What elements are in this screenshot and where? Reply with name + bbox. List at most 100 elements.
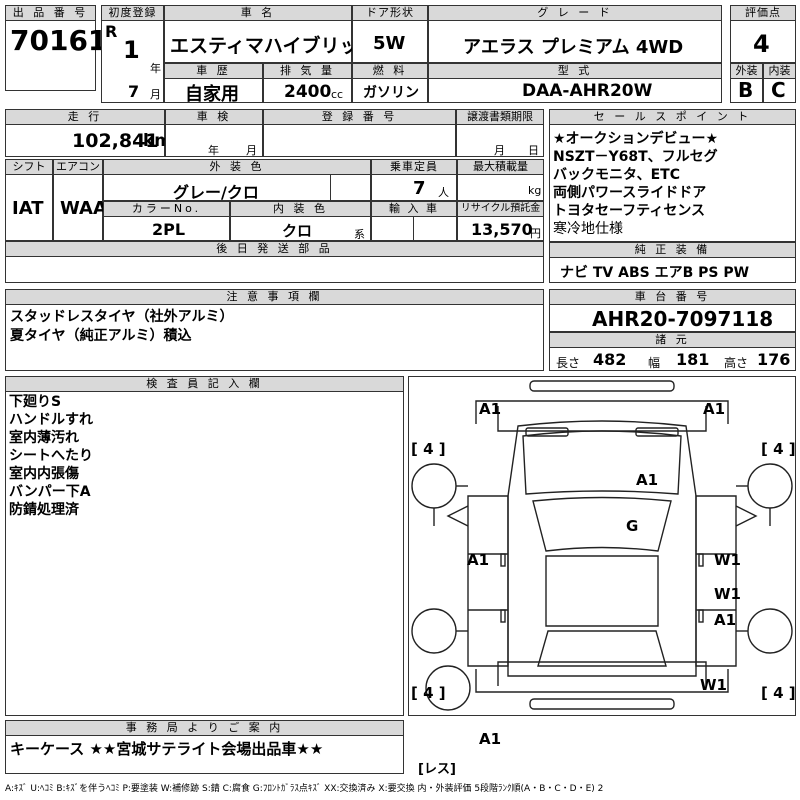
inspector-line: 室内内張傷 — [9, 466, 79, 482]
load-label: 最大積載量 — [457, 159, 544, 175]
height-value: 176 — [757, 350, 791, 369]
dims-label: 諸 元 — [549, 332, 796, 348]
office-label: 事 務 局 よ り ご 案 内 — [5, 720, 404, 736]
int-grade: C — [771, 78, 786, 102]
sales-line: バックモニタ、ETC — [553, 167, 680, 183]
inspector-line: 室内薄汚れ — [9, 430, 79, 446]
inspection-month-unit: 月 — [246, 144, 257, 157]
int-label: 内装 — [763, 63, 796, 79]
sales-label: セ ー ル ス ポ イ ン ト — [549, 109, 796, 125]
year-unit: 年 — [150, 62, 161, 75]
notes-line: スタッドレスタイヤ（社外アルミ） — [10, 309, 234, 325]
car-name: エスティマハイブリッド — [170, 35, 378, 57]
import-divider — [413, 216, 414, 241]
length-label: 長さ — [556, 356, 581, 370]
shift-label: シフト — [5, 159, 53, 175]
damage-mark: A1 — [714, 611, 737, 629]
score-value: 4 — [753, 30, 770, 58]
lot-number: 70161 — [10, 24, 108, 57]
ext-grade: B — [738, 78, 754, 102]
tire-spare: [レス] — [418, 762, 456, 777]
damage-mark: A1 — [479, 730, 502, 748]
length-value: 482 — [593, 350, 627, 369]
displacement-unit: cc — [331, 88, 344, 101]
sales-line: トヨタセーフティセンス — [553, 203, 706, 219]
car-name-label: 車 名 — [164, 5, 352, 21]
tire-rear-left: [ 4 ] — [411, 684, 446, 702]
import-label: 輸 入 車 — [371, 201, 457, 217]
sales-line: 寒冷地仕様 — [553, 221, 623, 237]
transfer-month-unit: 月 — [494, 144, 505, 157]
inspector-line: バンパー下A — [9, 484, 91, 500]
capacity-unit: 人 — [438, 186, 449, 199]
damage-mark: A1 — [479, 400, 502, 418]
grade-value: アエラス プレミアム 4WD — [463, 37, 684, 58]
ac-label: エアコン — [53, 159, 103, 175]
chassis-label: 車 台 番 号 — [549, 289, 796, 305]
sales-line: 両側パワースライドドア — [553, 185, 707, 201]
first-reg-label: 初度登録 — [101, 5, 164, 21]
history-value: 自家用 — [185, 84, 239, 105]
transfer-day-unit: 日 — [528, 144, 539, 157]
chassis-number: AHR20-7097118 — [592, 307, 774, 331]
office-text: キーケース ★★宮城サテライト会場出品車★★ — [10, 740, 324, 758]
width-value: 181 — [676, 350, 710, 369]
inspector-line: ハンドルすれ — [9, 412, 93, 428]
equipment-items: ナビ TV ABS エアB PS PW — [560, 265, 750, 281]
damage-mark: W1 — [714, 585, 741, 603]
reg-year: 1 — [123, 36, 140, 64]
inspector-line: シートへたり — [9, 448, 93, 464]
inspector-line: 防錆処理済 — [9, 502, 79, 518]
capacity-value: 7 — [413, 178, 426, 199]
recycle-label: リサイクル預託金 — [457, 201, 544, 217]
color-value: グレー/クロ — [173, 183, 259, 202]
notes-line: 夏タイヤ（純正アルミ）積込 — [10, 328, 192, 344]
intcolor-value: クロ — [282, 222, 313, 240]
color-divider — [330, 174, 331, 201]
tire-rear-right: [ 4 ] — [761, 684, 796, 702]
inspector-label: 検 査 員 記 入 欄 — [5, 376, 404, 392]
damage-mark: A1 — [467, 551, 490, 569]
inspector-line: 下廻りS — [9, 394, 62, 410]
car-diagram — [411, 380, 793, 711]
damage-mark: A1 — [636, 471, 659, 489]
tire-front-left: [ 4 ] — [411, 440, 446, 458]
recycle-unit: 円 — [530, 227, 541, 240]
displacement-label: 排 気 量 — [263, 63, 352, 79]
tire-front-right: [ 4 ] — [761, 440, 796, 458]
intcolor-unit: 系 — [354, 228, 365, 241]
model-label: 型 式 — [428, 63, 722, 79]
doors-value: 5W — [373, 33, 406, 54]
ac-value: WAA — [60, 198, 107, 219]
sales-line: ★オークションデビュー★ — [553, 131, 719, 147]
colorno-value: 2PL — [152, 220, 186, 239]
equipment-label: 純 正 装 備 — [549, 242, 796, 258]
inspection-year-unit: 年 — [208, 144, 219, 157]
lot-label: 出 品 番 号 — [5, 5, 96, 21]
notes-label: 注 意 事 項 欄 — [5, 289, 544, 305]
fuel-label: 燃 料 — [352, 63, 428, 79]
score-label: 評価点 — [730, 5, 796, 21]
fuel-value: ガソリン — [363, 85, 419, 101]
height-label: 高さ — [724, 356, 749, 370]
colorno-label: カラーNo. — [103, 201, 230, 217]
displacement-value: 2400 — [284, 82, 332, 102]
model-value: DAA-AHR20W — [522, 81, 653, 101]
capacity-label: 乗車定員 — [371, 159, 457, 175]
grade-label: グ レ ー ド — [428, 5, 722, 21]
ext-label: 外装 — [730, 63, 763, 79]
width-label: 幅 — [648, 356, 661, 370]
load-unit: kg — [528, 184, 542, 197]
reg-month: 7 — [128, 82, 140, 101]
intcolor-label: 内 装 色 — [230, 201, 371, 217]
damage-mark: A1 — [703, 400, 726, 418]
shift-value: IAT — [12, 198, 44, 219]
era: R — [105, 22, 118, 41]
inspection-label: 車 検 — [165, 109, 263, 125]
registration-label: 登 録 番 号 — [263, 109, 456, 125]
sales-line: NSZT－Y68T、フルセグ — [553, 149, 718, 165]
doors-label: ドア形状 — [352, 5, 428, 21]
damage-mark: W1 — [714, 551, 741, 569]
recycle-value: 13,570 — [471, 220, 533, 239]
legend-text: A:ｷｽﾞ U:ﾍｺﾐ B:ｷｽﾞを伴うﾍｺﾐ P:要塗装 W:補修跡 S:錆 … — [5, 784, 604, 794]
